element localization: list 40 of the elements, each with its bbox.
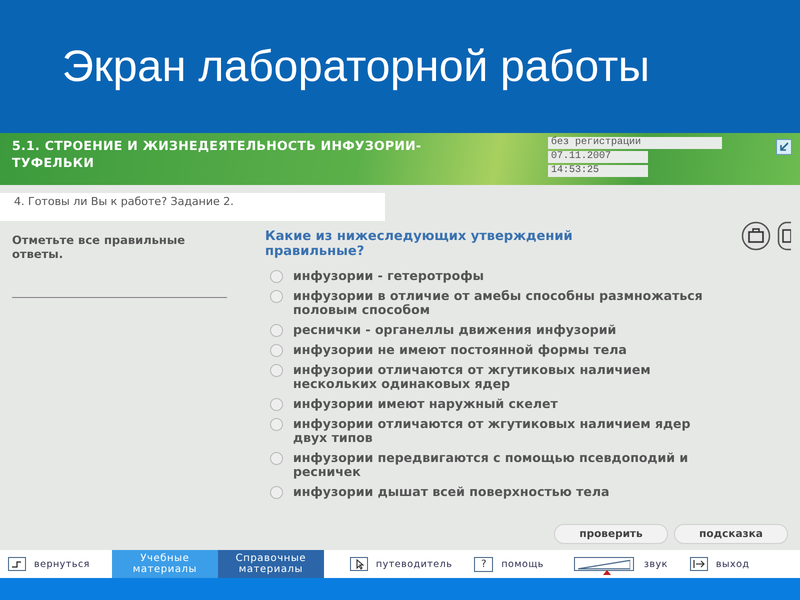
- radio-button[interactable]: [270, 398, 283, 411]
- answer-option[interactable]: инфузории имеют наружный скелет: [270, 397, 740, 411]
- help-link[interactable]: помощь: [501, 558, 544, 570]
- cursor-icon[interactable]: [350, 557, 368, 571]
- exit-link[interactable]: выход: [716, 558, 750, 570]
- answer-option[interactable]: инфузории отличаются от жгутиковых наличием нескольких одинаковых ядер: [270, 363, 740, 391]
- radio-button[interactable]: [270, 364, 283, 377]
- answer-option[interactable]: инфузории отличаются от жгутиковых наличием ядер двух типов: [270, 417, 740, 445]
- date-field: 07.11.2007: [548, 151, 648, 163]
- help-icon[interactable]: ?: [474, 556, 494, 572]
- minimize-icon[interactable]: [776, 139, 792, 155]
- lesson-title: 5.1. СТРОЕНИЕ И ЖИЗНЕДЕЯТЕЛЬНОСТЬ ИНФУЗОРИИ-ТУФЕЛЬКИ: [12, 137, 422, 171]
- check-button[interactable]: проверить: [554, 524, 668, 544]
- hint-button[interactable]: подсказка: [674, 524, 788, 544]
- task-title: 4. Готовы ли Вы к работе? Задание 2.: [0, 193, 385, 221]
- time-field: 14:53:25: [548, 165, 648, 177]
- radio-button[interactable]: [270, 418, 283, 431]
- briefcase-icon[interactable]: [741, 221, 771, 251]
- answer-option[interactable]: инфузории - гетеротрофы: [270, 269, 740, 283]
- answer-option[interactable]: инфузории в отличие от амебы способны размножаться половым способом: [270, 289, 740, 317]
- answer-option[interactable]: инфузории передвигаются с помощью псевдоподий и ресничек: [270, 451, 740, 479]
- radio-button[interactable]: [270, 270, 283, 283]
- materials-tab[interactable]: Справочные материалы: [218, 550, 324, 578]
- answer-option[interactable]: инфузории не имеют постоянной формы тела: [270, 343, 740, 357]
- return-icon[interactable]: [8, 557, 26, 571]
- answer-option[interactable]: реснички - органеллы движения инфузорий: [270, 323, 740, 337]
- exit-icon[interactable]: [690, 557, 708, 571]
- sound-label: звук: [644, 558, 668, 570]
- radio-button[interactable]: [270, 486, 283, 499]
- radio-button[interactable]: [270, 290, 283, 303]
- guide-link[interactable]: путеводитель: [376, 558, 452, 570]
- answer-option[interactable]: инфузории дышат всей поверхностью тела: [270, 485, 740, 499]
- radio-button[interactable]: [270, 452, 283, 465]
- radio-button[interactable]: [270, 344, 283, 357]
- radio-button[interactable]: [270, 324, 283, 337]
- instruction-text: Отметьте все правильные ответы.: [12, 233, 227, 298]
- back-link[interactable]: вернуться: [34, 558, 90, 570]
- slide-title: Экран лабораторной работы: [62, 42, 650, 92]
- question-text: Какие из нижеследующих утверждений правильные?: [265, 229, 574, 259]
- user-field: без регистрации: [548, 137, 722, 149]
